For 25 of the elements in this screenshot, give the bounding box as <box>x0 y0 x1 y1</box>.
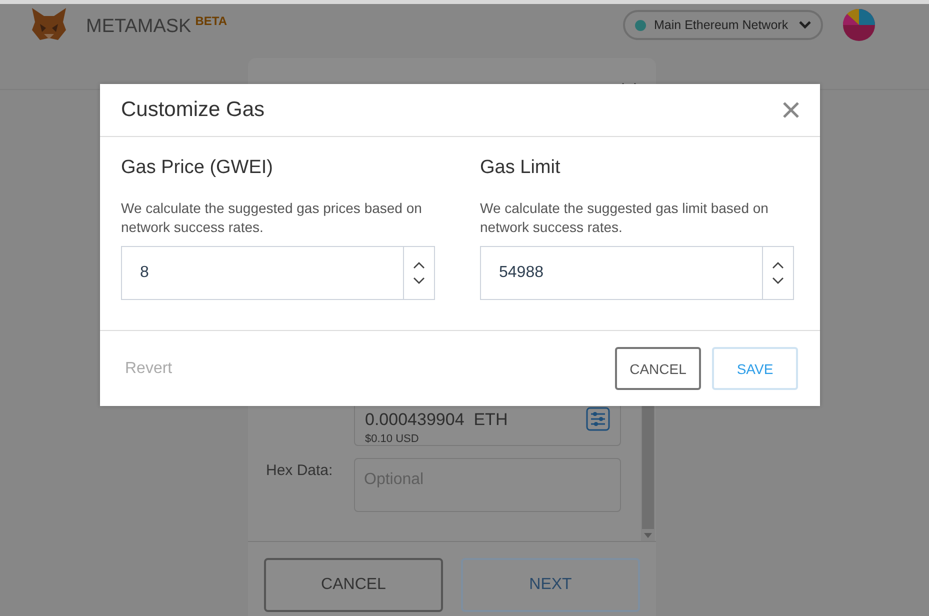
field-description: We calculate the suggested gas limit based on network success rates. <box>480 199 770 237</box>
field-title: Gas Price (GWEI) <box>121 157 274 179</box>
next-button[interactable]: NEXT <box>461 558 640 612</box>
gas-usd: $0.10 USD <box>365 433 420 445</box>
gas-amount: 0.000439904 ETH <box>365 410 508 430</box>
account-avatar-icon[interactable] <box>843 9 875 41</box>
save-button[interactable]: SAVE <box>712 347 798 390</box>
hex-data-label: Hex Data: <box>266 461 334 481</box>
network-selector[interactable]: Main Ethereum Network <box>623 10 823 40</box>
fox-logo-icon <box>30 6 68 42</box>
beta-label: BETA <box>195 14 227 28</box>
close-icon[interactable] <box>782 101 800 119</box>
dialog-title: Customize Gas <box>121 98 265 122</box>
revert-link[interactable]: Revert <box>125 360 172 378</box>
cancel-button[interactable]: CANCEL <box>264 558 443 612</box>
up-chevron-icon[interactable] <box>413 261 425 269</box>
down-chevron-icon[interactable] <box>772 277 784 285</box>
up-chevron-icon[interactable] <box>772 261 784 269</box>
chevron-down-icon[interactable] <box>799 21 811 29</box>
cancel-button[interactable]: CANCEL <box>615 347 701 390</box>
field-title: Gas Limit <box>480 157 562 179</box>
field-description: We calculate the suggested gas prices based on network success rates. <box>121 199 423 237</box>
settings-icon[interactable] <box>586 407 610 431</box>
down-chevron-icon[interactable] <box>413 277 425 285</box>
brand-name: METAMASK <box>86 16 192 38</box>
